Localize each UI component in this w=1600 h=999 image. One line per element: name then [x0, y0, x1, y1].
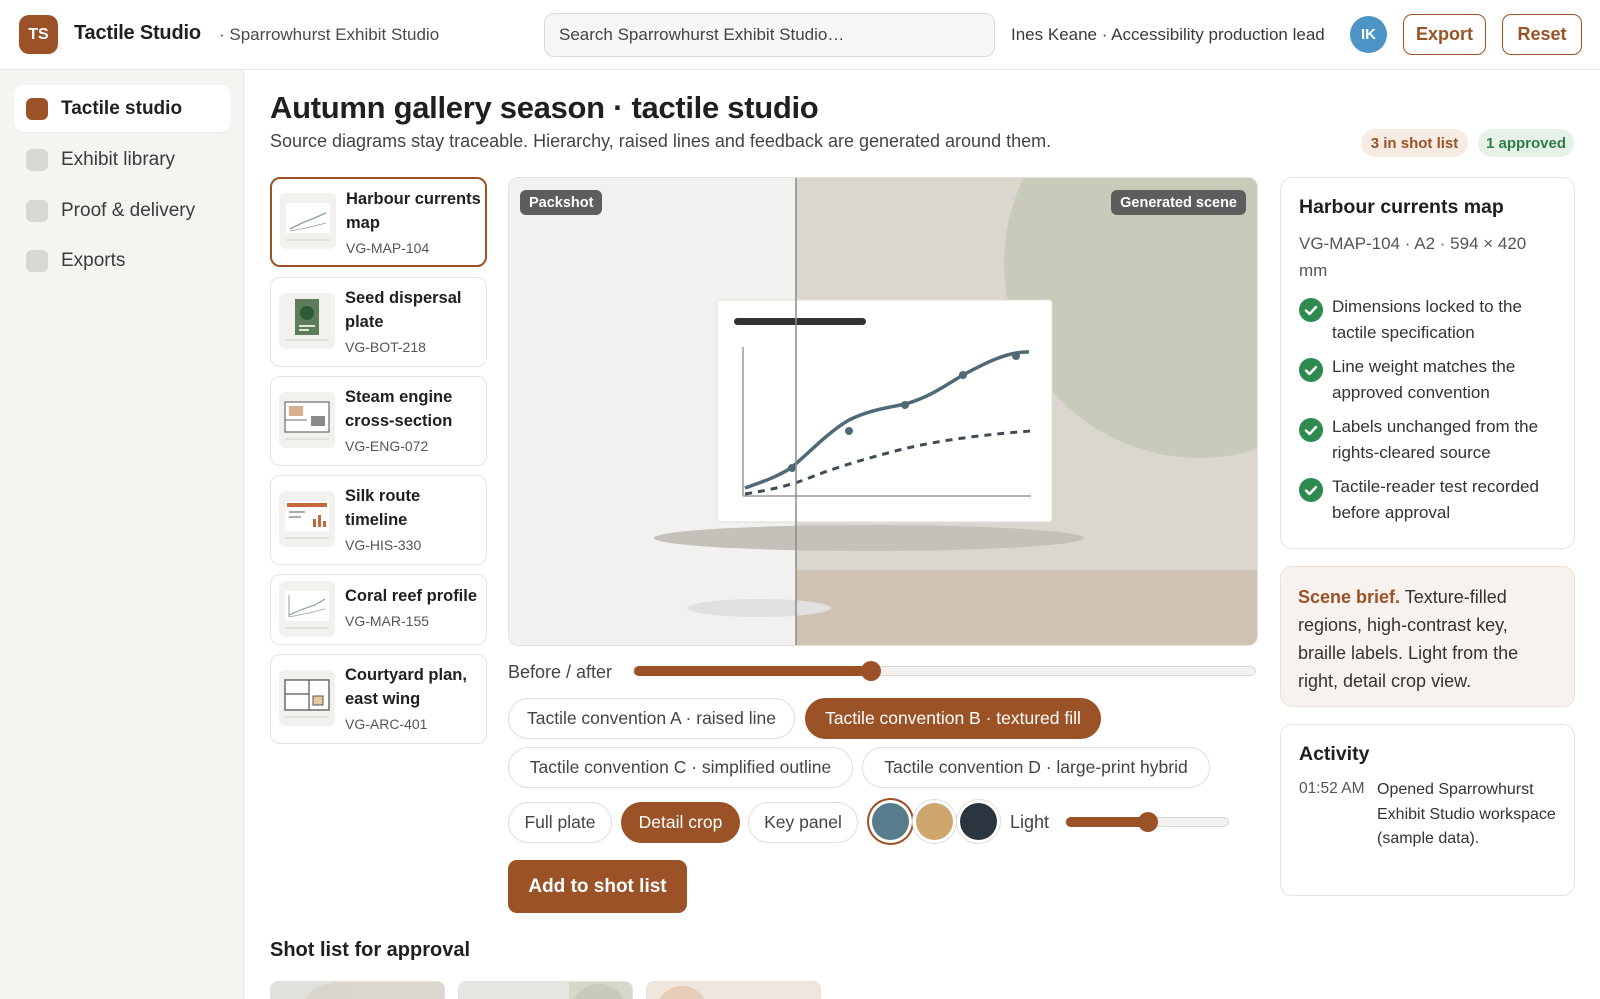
asset-card-steam[interactable]: Steam engine cross-section VG-ENG-072 [270, 376, 487, 466]
nav-square-icon [26, 199, 48, 222]
asset-title: Silk route timeline [345, 487, 421, 529]
check-item: Tactile-reader test recorded before appr… [1332, 477, 1539, 522]
sidebar-item-label: Exports [61, 249, 126, 271]
avatar[interactable]: IK [1350, 16, 1387, 53]
search-input[interactable] [544, 13, 995, 57]
reset-button[interactable]: Reset [1502, 14, 1582, 55]
check-circle-icon [1299, 478, 1323, 502]
nav-square-icon [26, 249, 48, 272]
check-item: Dimensions locked to the tactile specifi… [1332, 297, 1522, 342]
workspace-name: · Sparrowhurst Exhibit Studio [219, 25, 440, 44]
user-name: Ines Keane · Accessibility production le… [1011, 25, 1325, 44]
check-circle-icon [1299, 358, 1323, 382]
detail-crop-chip[interactable]: Detail crop [621, 802, 740, 843]
check-item: Line weight matches the approved convent… [1332, 357, 1516, 402]
activity-text: Opened Sparrowhurst Exhibit Studio works… [1377, 781, 1556, 847]
sidebar-item-label: Tactile studio [61, 97, 183, 119]
slider-fill [634, 666, 871, 676]
check-circle-icon [1299, 418, 1323, 442]
convention-b-chip[interactable]: Tactile convention B · textured fill [805, 698, 1101, 739]
swatch-slate[interactable] [872, 803, 909, 840]
asset-code: VG-ARC-401 [345, 716, 428, 732]
map-chart-icon [280, 193, 336, 249]
sidebar-item-exhibit-library[interactable]: Exhibit library [14, 136, 231, 183]
swatch-charcoal[interactable] [960, 803, 997, 840]
light-slider[interactable] [1065, 812, 1229, 832]
asset-card-silk[interactable]: Silk route timeline VG-HIS-330 [270, 475, 487, 565]
asset-title: Courtyard plan, east wing [345, 666, 467, 708]
floor-plan-icon [279, 670, 335, 726]
slider-handle[interactable] [860, 661, 881, 681]
asset-title: Coral reef profile [345, 587, 478, 605]
activity-title: Activity [1299, 743, 1370, 765]
profile-chart-icon [279, 581, 335, 637]
sidebar-item-label: Proof & delivery [61, 199, 196, 221]
asset-card-courtyard[interactable]: Courtyard plan, east wing VG-ARC-401 [270, 654, 487, 744]
convention-c-chip[interactable]: Tactile convention C · simplified outlin… [508, 747, 853, 788]
check-item: Labels unchanged from the rights-cleared… [1332, 417, 1539, 462]
shotlist-card[interactable] [646, 981, 821, 999]
sidebar-item-proof-delivery[interactable]: Proof & delivery [14, 187, 231, 234]
shot-thumbnail [459, 982, 632, 999]
packshot-tag: Packshot [520, 190, 603, 215]
asset-code: VG-BOT-218 [345, 339, 426, 355]
cross-section-icon [279, 392, 335, 448]
generated-scene-tag: Generated scene [1111, 190, 1246, 215]
check-circle-icon [1299, 298, 1323, 322]
shot-thumbnail [271, 982, 444, 999]
before-after-label: Before / after [508, 662, 613, 682]
before-after-preview[interactable]: Packshot Generated scene [508, 177, 1258, 646]
full-plate-chip[interactable]: Full plate [508, 802, 612, 843]
shotlist-count-badge: 3 in shot list [1361, 129, 1468, 157]
top-bar: TS Tactile Studio · Sparrowhurst Exhibit… [0, 0, 1600, 70]
key-panel-chip[interactable]: Key panel [748, 802, 858, 843]
asset-code: VG-HIS-330 [345, 537, 422, 553]
asset-code: VG-MAP-104 [346, 240, 430, 256]
convention-a-chip[interactable]: Tactile convention A · raised line [508, 698, 795, 739]
light-label: Light [1010, 812, 1050, 832]
asset-title: Steam engine cross-section [345, 388, 453, 430]
shotlist-title: Shot list for approval [270, 939, 471, 961]
add-to-shotlist-button[interactable]: Add to shot list [508, 860, 687, 913]
before-after-slider[interactable] [633, 661, 1256, 681]
botanical-plate-icon [279, 293, 335, 349]
preview-scene-illustration [509, 178, 1257, 645]
asset-code: VG-MAR-155 [345, 613, 430, 629]
slider-fill [1066, 817, 1148, 827]
asset-card-harbour[interactable]: Harbour currents map VG-MAP-104 [270, 177, 487, 267]
sidebar-item-label: Exhibit library [61, 148, 176, 170]
sidebar-item-exports[interactable]: Exports [14, 237, 231, 284]
page-title: Autumn gallery season · tactile studio [270, 90, 819, 125]
swatch-sand[interactable] [916, 803, 953, 840]
nav-square-icon [26, 148, 48, 171]
shotlist-card[interactable] [270, 981, 445, 999]
slider-handle[interactable] [1138, 812, 1158, 832]
nav-square-icon [26, 97, 48, 120]
asset-detail-card: Harbour currents map VG-MAP-104 · A2 · 5… [1280, 177, 1575, 549]
app-logo: TS [19, 15, 58, 54]
sidebar: Tactile studio Exhibit library Proof & d… [0, 70, 244, 999]
page-subtitle: Source diagrams stay traceable. Hierarch… [270, 131, 1052, 151]
asset-code: VG-ENG-072 [345, 438, 429, 454]
asset-card-seed[interactable]: Seed dispersal plate VG-BOT-218 [270, 277, 487, 367]
sidebar-item-tactile-studio[interactable]: Tactile studio [14, 85, 231, 132]
app-title: Tactile Studio [74, 22, 201, 44]
detail-title: Harbour currents map [1299, 196, 1504, 218]
activity-time: 01:52 AM [1299, 780, 1365, 797]
shotlist-card[interactable] [458, 981, 633, 999]
scene-brief-lead: Scene brief. [1298, 587, 1401, 607]
asset-title: Harbour currents map [346, 190, 481, 232]
activity-card: Activity 01:52 AM Opened Sparrowhurst Ex… [1280, 724, 1575, 896]
asset-card-coral[interactable]: Coral reef profile VG-MAR-155 [270, 574, 487, 645]
scene-brief: Scene brief. Texture-filled regions, hig… [1280, 566, 1575, 707]
export-button[interactable]: Export [1403, 14, 1486, 55]
timeline-icon [279, 491, 335, 547]
shot-thumbnail [647, 982, 820, 999]
convention-d-chip[interactable]: Tactile convention D · large-print hybri… [862, 747, 1210, 788]
detail-meta: VG-MAP-104 · A2 · 594 × 420 mm [1299, 234, 1527, 280]
approved-count-badge: 1 approved [1478, 129, 1574, 157]
asset-title: Seed dispersal plate [345, 289, 462, 331]
